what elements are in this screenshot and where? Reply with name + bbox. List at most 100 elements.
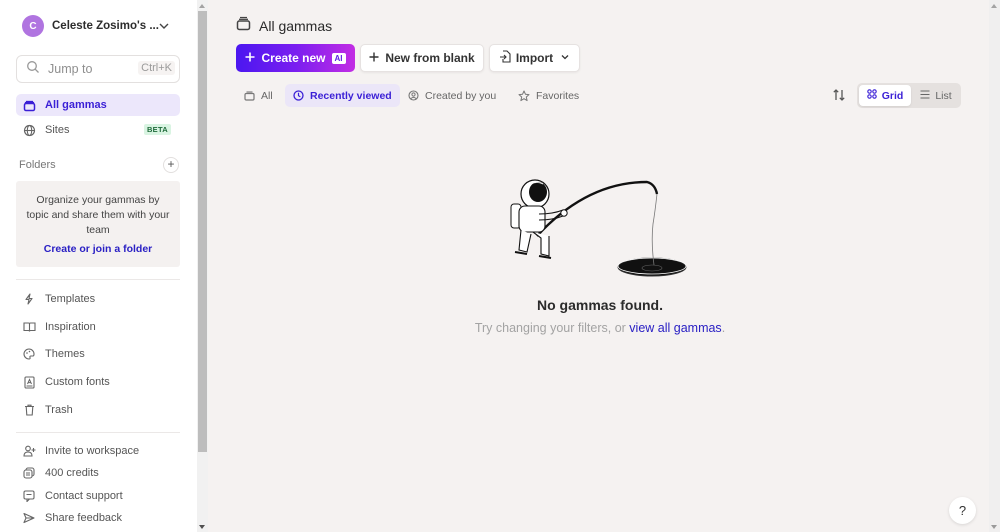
sidebar-item-label: Sites — [45, 124, 70, 136]
add-folder-button[interactable]: + — [163, 157, 179, 173]
divider — [16, 279, 180, 280]
sidebar-item-custom-fonts[interactable]: Custom fonts — [16, 371, 180, 393]
sidebar-item-inspiration[interactable]: Inspiration — [16, 316, 180, 338]
empty-state-subtitle: Try changing your filters, or view all g… — [400, 321, 800, 335]
credits[interactable]: 400 credits — [16, 462, 180, 484]
sidebar-item-label: All gammas — [45, 99, 107, 111]
sidebar-item-label: 400 credits — [45, 467, 99, 479]
scroll-down-arrow-icon[interactable] — [199, 525, 205, 529]
sidebar-scrollbar[interactable] — [197, 0, 208, 532]
scroll-down-arrow-icon[interactable] — [991, 525, 997, 529]
shortcut-hint: Ctrl+K — [138, 61, 175, 75]
sidebar-scrollbar-thumb[interactable] — [198, 11, 207, 452]
view-toggle: Grid List — [857, 83, 961, 108]
view-grid-label: Grid — [881, 89, 904, 102]
font-icon — [22, 375, 36, 389]
divider — [16, 432, 180, 433]
filter-label: Favorites — [536, 89, 580, 102]
empty-state-text: Try changing your filters, or — [474, 321, 630, 335]
question-mark-icon: ? — [958, 503, 967, 518]
view-list-label: List — [935, 89, 952, 102]
page-title: All gammas — [236, 16, 332, 36]
filter-created-by-you[interactable]: Created by you — [400, 84, 504, 107]
sort-button[interactable] — [832, 88, 846, 107]
plus-icon — [245, 51, 255, 65]
new-from-blank-label: New from blank — [385, 51, 475, 65]
star-icon — [518, 90, 530, 102]
jump-to-search[interactable]: Jump to Ctrl+K — [16, 55, 180, 83]
astronaut-fishing-illustration — [497, 172, 693, 280]
plus-icon — [369, 51, 379, 65]
filter-recently-viewed[interactable]: Recently viewed — [285, 84, 400, 107]
view-list-button[interactable]: List — [913, 85, 959, 106]
sidebar-item-label: Share feedback — [45, 512, 123, 524]
user-circle-icon — [408, 90, 419, 101]
workspace-switcher[interactable]: C Celeste Zosimo's ... — [22, 14, 182, 38]
globe-icon — [22, 123, 36, 137]
sidebar-item-templates[interactable]: Templates — [16, 288, 180, 310]
chevron-down-icon[interactable] — [158, 19, 170, 37]
main-scrollbar[interactable] — [989, 0, 1000, 532]
stack-icon — [244, 90, 255, 101]
filter-label: All — [261, 89, 273, 102]
scroll-up-arrow-icon[interactable] — [991, 4, 997, 8]
chat-icon — [22, 489, 36, 503]
create-folder-link[interactable]: Create or join a folder — [16, 243, 180, 255]
import-button[interactable]: Import — [489, 44, 580, 72]
list-icon — [920, 89, 930, 102]
sidebar-item-label: Inspiration — [45, 321, 96, 333]
empty-state-title: No gammas found. — [536, 297, 663, 313]
lightning-icon — [22, 292, 36, 306]
new-from-blank-button[interactable]: New from blank — [360, 44, 484, 72]
plus-icon: + — [167, 157, 175, 171]
create-new-label: Create new — [261, 51, 326, 65]
ai-badge: AI — [331, 52, 346, 64]
view-all-gammas-link[interactable]: view all gammas — [629, 321, 721, 335]
import-icon — [499, 50, 511, 66]
workspace-name: Celeste Zosimo's ... — [52, 20, 159, 32]
filter-label: Created by you — [425, 89, 497, 102]
send-icon — [22, 511, 36, 525]
empty-state-period: . — [721, 321, 726, 335]
sidebar-item-themes[interactable]: Themes — [16, 343, 180, 365]
stack-icon — [236, 16, 251, 36]
grid-icon — [866, 89, 877, 102]
sidebar-item-label: Templates — [45, 293, 96, 305]
stack-icon — [22, 98, 36, 112]
sidebar: C Celeste Zosimo's ... Jump to Ctrl+K Al… — [0, 0, 197, 532]
folders-heading: Folders — [19, 159, 56, 171]
import-label: Import — [515, 51, 554, 65]
book-icon — [22, 320, 36, 334]
add-user-icon — [22, 444, 36, 458]
palette-icon — [22, 347, 36, 361]
sidebar-item-label: Invite to workspace — [45, 445, 140, 457]
jump-to-placeholder: Jump to — [48, 62, 93, 76]
sidebar-item-label: Contact support — [45, 490, 123, 502]
share-feedback[interactable]: Share feedback — [16, 507, 180, 529]
contact-support[interactable]: Contact support — [16, 485, 180, 507]
trash-icon — [22, 403, 36, 417]
coins-icon — [22, 466, 36, 480]
beta-badge: BETA — [143, 124, 171, 135]
help-button[interactable]: ? — [949, 497, 976, 524]
clock-icon — [293, 90, 304, 101]
folders-empty-state: Organize your gammas by topic and share … — [16, 181, 180, 267]
sidebar-item-trash[interactable]: Trash — [16, 399, 180, 421]
sidebar-item-label: Trash — [45, 404, 73, 416]
filter-all[interactable]: All — [236, 84, 281, 107]
sidebar-item-label: Themes — [45, 348, 85, 360]
folders-empty-text: Organize your gammas by topic and share … — [26, 194, 170, 236]
sidebar-item-label: Custom fonts — [45, 376, 110, 388]
avatar: C — [22, 15, 44, 37]
view-grid-button[interactable]: Grid — [859, 85, 911, 106]
invite-to-workspace[interactable]: Invite to workspace — [16, 440, 180, 462]
filter-favorites[interactable]: Favorites — [510, 84, 587, 107]
create-new-button[interactable]: Create new AI — [236, 44, 355, 72]
scroll-up-arrow-icon[interactable] — [199, 4, 205, 8]
search-icon — [26, 60, 40, 79]
sidebar-item-sites[interactable]: Sites BETA — [16, 119, 180, 141]
sidebar-item-all-gammas[interactable]: All gammas — [16, 94, 180, 116]
filter-label: Recently viewed — [310, 89, 392, 102]
sort-arrows-icon — [832, 89, 846, 106]
page-title-text: All gammas — [259, 18, 333, 34]
